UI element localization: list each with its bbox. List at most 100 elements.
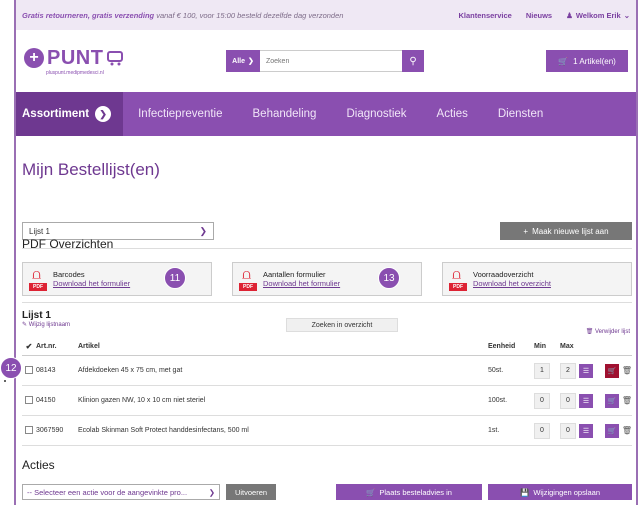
cart-icon: 🛒 bbox=[366, 487, 376, 497]
remove-list-link[interactable]: 🗑 Verwijder lijst bbox=[586, 328, 630, 335]
save-changes-button[interactable]: 💾 Wijzigingen opslaan bbox=[488, 484, 632, 500]
logo-subtitle: pluspunt.medipmedesci.nl bbox=[46, 69, 104, 76]
order-list-table: ✔ Art.nr. Artikel Eenheid Min Max 08143 … bbox=[22, 338, 632, 446]
pdf-icon: ⩍ PDF bbox=[29, 267, 47, 291]
callout-bubble: 12 bbox=[0, 357, 22, 379]
pdf-icon: ⩍ PDF bbox=[239, 267, 257, 291]
article-unit: 1st. bbox=[488, 427, 500, 434]
pdf-card-title: Barcodes bbox=[53, 270, 85, 279]
column-header-min: Min bbox=[534, 343, 547, 350]
column-header-max: Max bbox=[560, 343, 574, 350]
welcome-label: Welkom Erik bbox=[575, 10, 621, 20]
plus-icon: + bbox=[24, 48, 44, 68]
article-name: Klinion gazen NW, 10 x 10 cm niet sterie… bbox=[78, 397, 206, 404]
promo-text: Gratis retourneren, gratis verzending va… bbox=[22, 10, 344, 20]
nav-item-acties[interactable]: Acties bbox=[422, 108, 483, 120]
max-input[interactable]: 0 bbox=[560, 392, 576, 409]
article-number: 04150 bbox=[36, 397, 56, 404]
search-category-select[interactable]: Alle ❯ bbox=[226, 50, 260, 72]
filter-overview-button[interactable]: Zoeken in overzicht bbox=[286, 318, 398, 332]
nav-item-infectiepreventie[interactable]: Infectiepreventie bbox=[123, 108, 237, 120]
download-link[interactable]: Download het overzicht bbox=[473, 279, 551, 288]
logo-text: PUNT bbox=[47, 46, 104, 69]
account-menu[interactable]: ♟ Welkom Erik ⌄ bbox=[566, 11, 630, 20]
chevron-down-icon: ❯ bbox=[95, 106, 112, 122]
pdf-title: PDF Overzichten bbox=[22, 237, 114, 251]
top-bar: Gratis retourneren, gratis verzending va… bbox=[16, 0, 636, 30]
divider bbox=[22, 248, 632, 249]
list-icon[interactable]: ☰ bbox=[579, 363, 593, 378]
trash-icon[interactable]: 🗑 bbox=[622, 396, 632, 405]
download-link[interactable]: Download het formulier bbox=[53, 279, 130, 288]
nav-item-behandeling[interactable]: Behandeling bbox=[238, 108, 332, 120]
callout-bubble: 11 bbox=[164, 267, 186, 289]
header: + PUNT pluspunt.medipmedesci.nl Alle❯ ⚲ … bbox=[16, 30, 636, 92]
page-title: Mijn Bestellijst(en) bbox=[22, 160, 160, 179]
logo-cart-icon bbox=[107, 51, 124, 66]
pencil-icon: ✎ bbox=[22, 322, 28, 328]
min-input[interactable]: 1 bbox=[534, 362, 550, 379]
trash-icon: 🗑 bbox=[585, 329, 594, 335]
nav-item-assortiment[interactable]: Assortiment ❯ bbox=[16, 92, 124, 136]
column-header-art[interactable]: Art.nr. bbox=[36, 343, 78, 350]
select-all-check-icon[interactable]: ✔ bbox=[22, 342, 36, 351]
browser-frame: Gratis retourneren, gratis verzending va… bbox=[14, 0, 638, 505]
edit-list-name-link[interactable]: ✎ Wijzig lijstnaam bbox=[22, 321, 70, 328]
cart-icon[interactable]: 🛒 bbox=[604, 363, 619, 378]
search-input[interactable] bbox=[260, 50, 402, 72]
pdf-card-voorraad: ⩍ PDF Voorraadoverzicht Download het overz… bbox=[442, 262, 632, 296]
divider bbox=[22, 302, 632, 303]
search-button[interactable]: ⚲ bbox=[402, 50, 424, 72]
chevron-down-icon: ⌄ bbox=[623, 10, 630, 20]
list-header: Lijst 1 ✎ Wijzig lijstnaam bbox=[22, 310, 70, 328]
save-icon: 💾 bbox=[519, 487, 530, 497]
table-header: ✔ Art.nr. Artikel Eenheid Min Max bbox=[22, 338, 632, 356]
cart-button[interactable]: 🛒 1 Artikel(en) bbox=[546, 50, 628, 72]
customer-service-link[interactable]: Klantenservice bbox=[458, 11, 511, 20]
marker-dot bbox=[4, 380, 6, 382]
article-name: Afdekdoeken 45 x 75 cm, met gat bbox=[78, 367, 183, 374]
main-nav: Assortiment ❯ Infectiepreventie Behandeli… bbox=[16, 92, 636, 136]
execute-button[interactable]: Uitvoeren bbox=[226, 484, 276, 500]
column-header-name[interactable]: Artikel bbox=[78, 343, 488, 350]
trash-icon[interactable]: 🗑 bbox=[622, 366, 632, 375]
table-row: 04150 Klinion gazen NW, 10 x 10 cm niet … bbox=[22, 386, 632, 416]
article-number: 3067590 bbox=[36, 427, 64, 434]
chevron-down-icon: ❯ bbox=[208, 487, 215, 497]
min-input[interactable]: 0 bbox=[534, 422, 550, 439]
top-links: Klantenservice Nieuws ♟ Welkom Erik ⌄ bbox=[458, 11, 630, 20]
news-link[interactable]: Nieuws bbox=[526, 11, 552, 20]
cart-icon[interactable]: 🛒 bbox=[604, 393, 619, 408]
row-checkbox[interactable] bbox=[25, 365, 33, 374]
article-unit: 50st. bbox=[488, 367, 504, 374]
chevron-down-icon: ❯ bbox=[247, 58, 254, 65]
logo[interactable]: + PUNT pluspunt.medipmedesci.nl bbox=[24, 47, 134, 76]
cart-icon[interactable]: 🛒 bbox=[604, 423, 619, 438]
pdf-icon: ⩍ PDF bbox=[449, 267, 467, 291]
row-checkbox[interactable] bbox=[25, 425, 33, 434]
article-number: 08143 bbox=[36, 367, 56, 374]
table-row: 08143 Afdekdoeken 45 x 75 cm, met gat 50… bbox=[22, 356, 632, 386]
min-input[interactable]: 0 bbox=[534, 392, 550, 409]
pdf-card-title: Aantallen formulier bbox=[263, 270, 326, 279]
row-checkbox[interactable] bbox=[25, 395, 33, 404]
nav-item-diensten[interactable]: Diensten bbox=[483, 108, 558, 120]
user-icon: ♟ bbox=[566, 10, 573, 20]
trash-icon[interactable]: 🗑 bbox=[622, 426, 632, 435]
acties-title: Acties bbox=[22, 458, 55, 472]
search-bar: Alle❯ ⚲ bbox=[226, 50, 424, 72]
nav-item-diagnostiek[interactable]: Diagnostiek bbox=[331, 108, 421, 120]
callout-bubble: 13 bbox=[378, 267, 400, 289]
max-input[interactable]: 2 bbox=[560, 362, 576, 379]
column-header-unit[interactable]: Eenheid bbox=[488, 343, 534, 350]
list-icon[interactable]: ☰ bbox=[579, 423, 593, 438]
download-link[interactable]: Download het formulier bbox=[263, 279, 340, 288]
pdf-card-title: Voorraadoverzicht bbox=[473, 270, 534, 279]
search-icon: ⚲ bbox=[409, 55, 417, 67]
new-list-button[interactable]: + Maak nieuwe lijst aan bbox=[500, 222, 632, 240]
action-select[interactable]: -- Selecteer een actie voor de aangevink… bbox=[22, 484, 220, 500]
article-name: Ecolab Skinman Soft Protect handdesinfec… bbox=[78, 427, 249, 434]
list-icon[interactable]: ☰ bbox=[579, 393, 593, 408]
order-advice-button[interactable]: 🛒 Plaats besteladvies in bbox=[336, 484, 482, 500]
max-input[interactable]: 0 bbox=[560, 422, 576, 439]
